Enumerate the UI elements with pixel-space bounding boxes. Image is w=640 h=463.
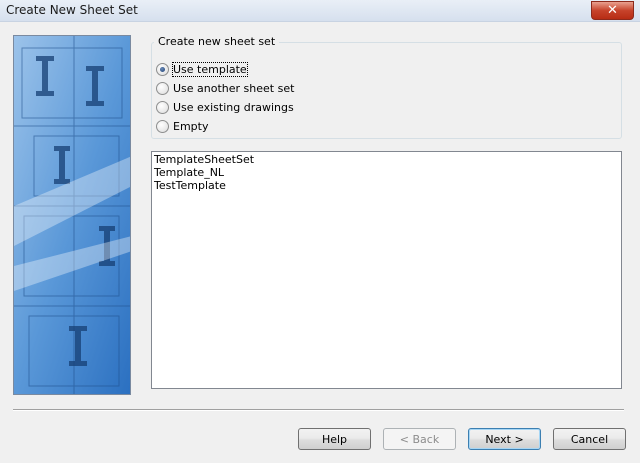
- close-icon: ✕: [607, 3, 618, 18]
- radio-empty[interactable]: Empty: [156, 118, 208, 134]
- radio-button[interactable]: [156, 81, 169, 95]
- footer-divider: [13, 409, 624, 411]
- radio-label: Use existing drawings: [173, 100, 294, 114]
- window-title: Create New Sheet Set: [6, 3, 138, 17]
- template-list[interactable]: TemplateSheetSet Template_NL TestTemplat…: [151, 151, 622, 389]
- radio-button[interactable]: [156, 119, 169, 133]
- radio-use-another-sheet-set[interactable]: Use another sheet set: [156, 80, 294, 96]
- radio-label: Empty: [173, 119, 209, 133]
- close-button[interactable]: ✕: [591, 1, 634, 20]
- back-button[interactable]: < Back: [383, 428, 456, 450]
- wizard-side-image: [13, 35, 131, 395]
- radio-label: Use another sheet set: [173, 81, 295, 95]
- title-bar: Create New Sheet Set ✕: [0, 0, 640, 22]
- next-button[interactable]: Next >: [468, 428, 541, 450]
- list-item[interactable]: TestTemplate: [154, 179, 619, 192]
- radio-use-template[interactable]: Use template: [156, 61, 248, 77]
- list-item[interactable]: TemplateSheetSet: [154, 153, 619, 166]
- list-item[interactable]: Template_NL: [154, 166, 619, 179]
- help-button[interactable]: Help: [298, 428, 371, 450]
- radio-label: Use template: [172, 61, 248, 77]
- cancel-button[interactable]: Cancel: [553, 428, 626, 450]
- radio-button[interactable]: [156, 62, 169, 76]
- group-legend: Create new sheet set: [154, 35, 280, 49]
- radio-button[interactable]: [156, 100, 169, 114]
- radio-use-existing-drawings[interactable]: Use existing drawings: [156, 99, 294, 115]
